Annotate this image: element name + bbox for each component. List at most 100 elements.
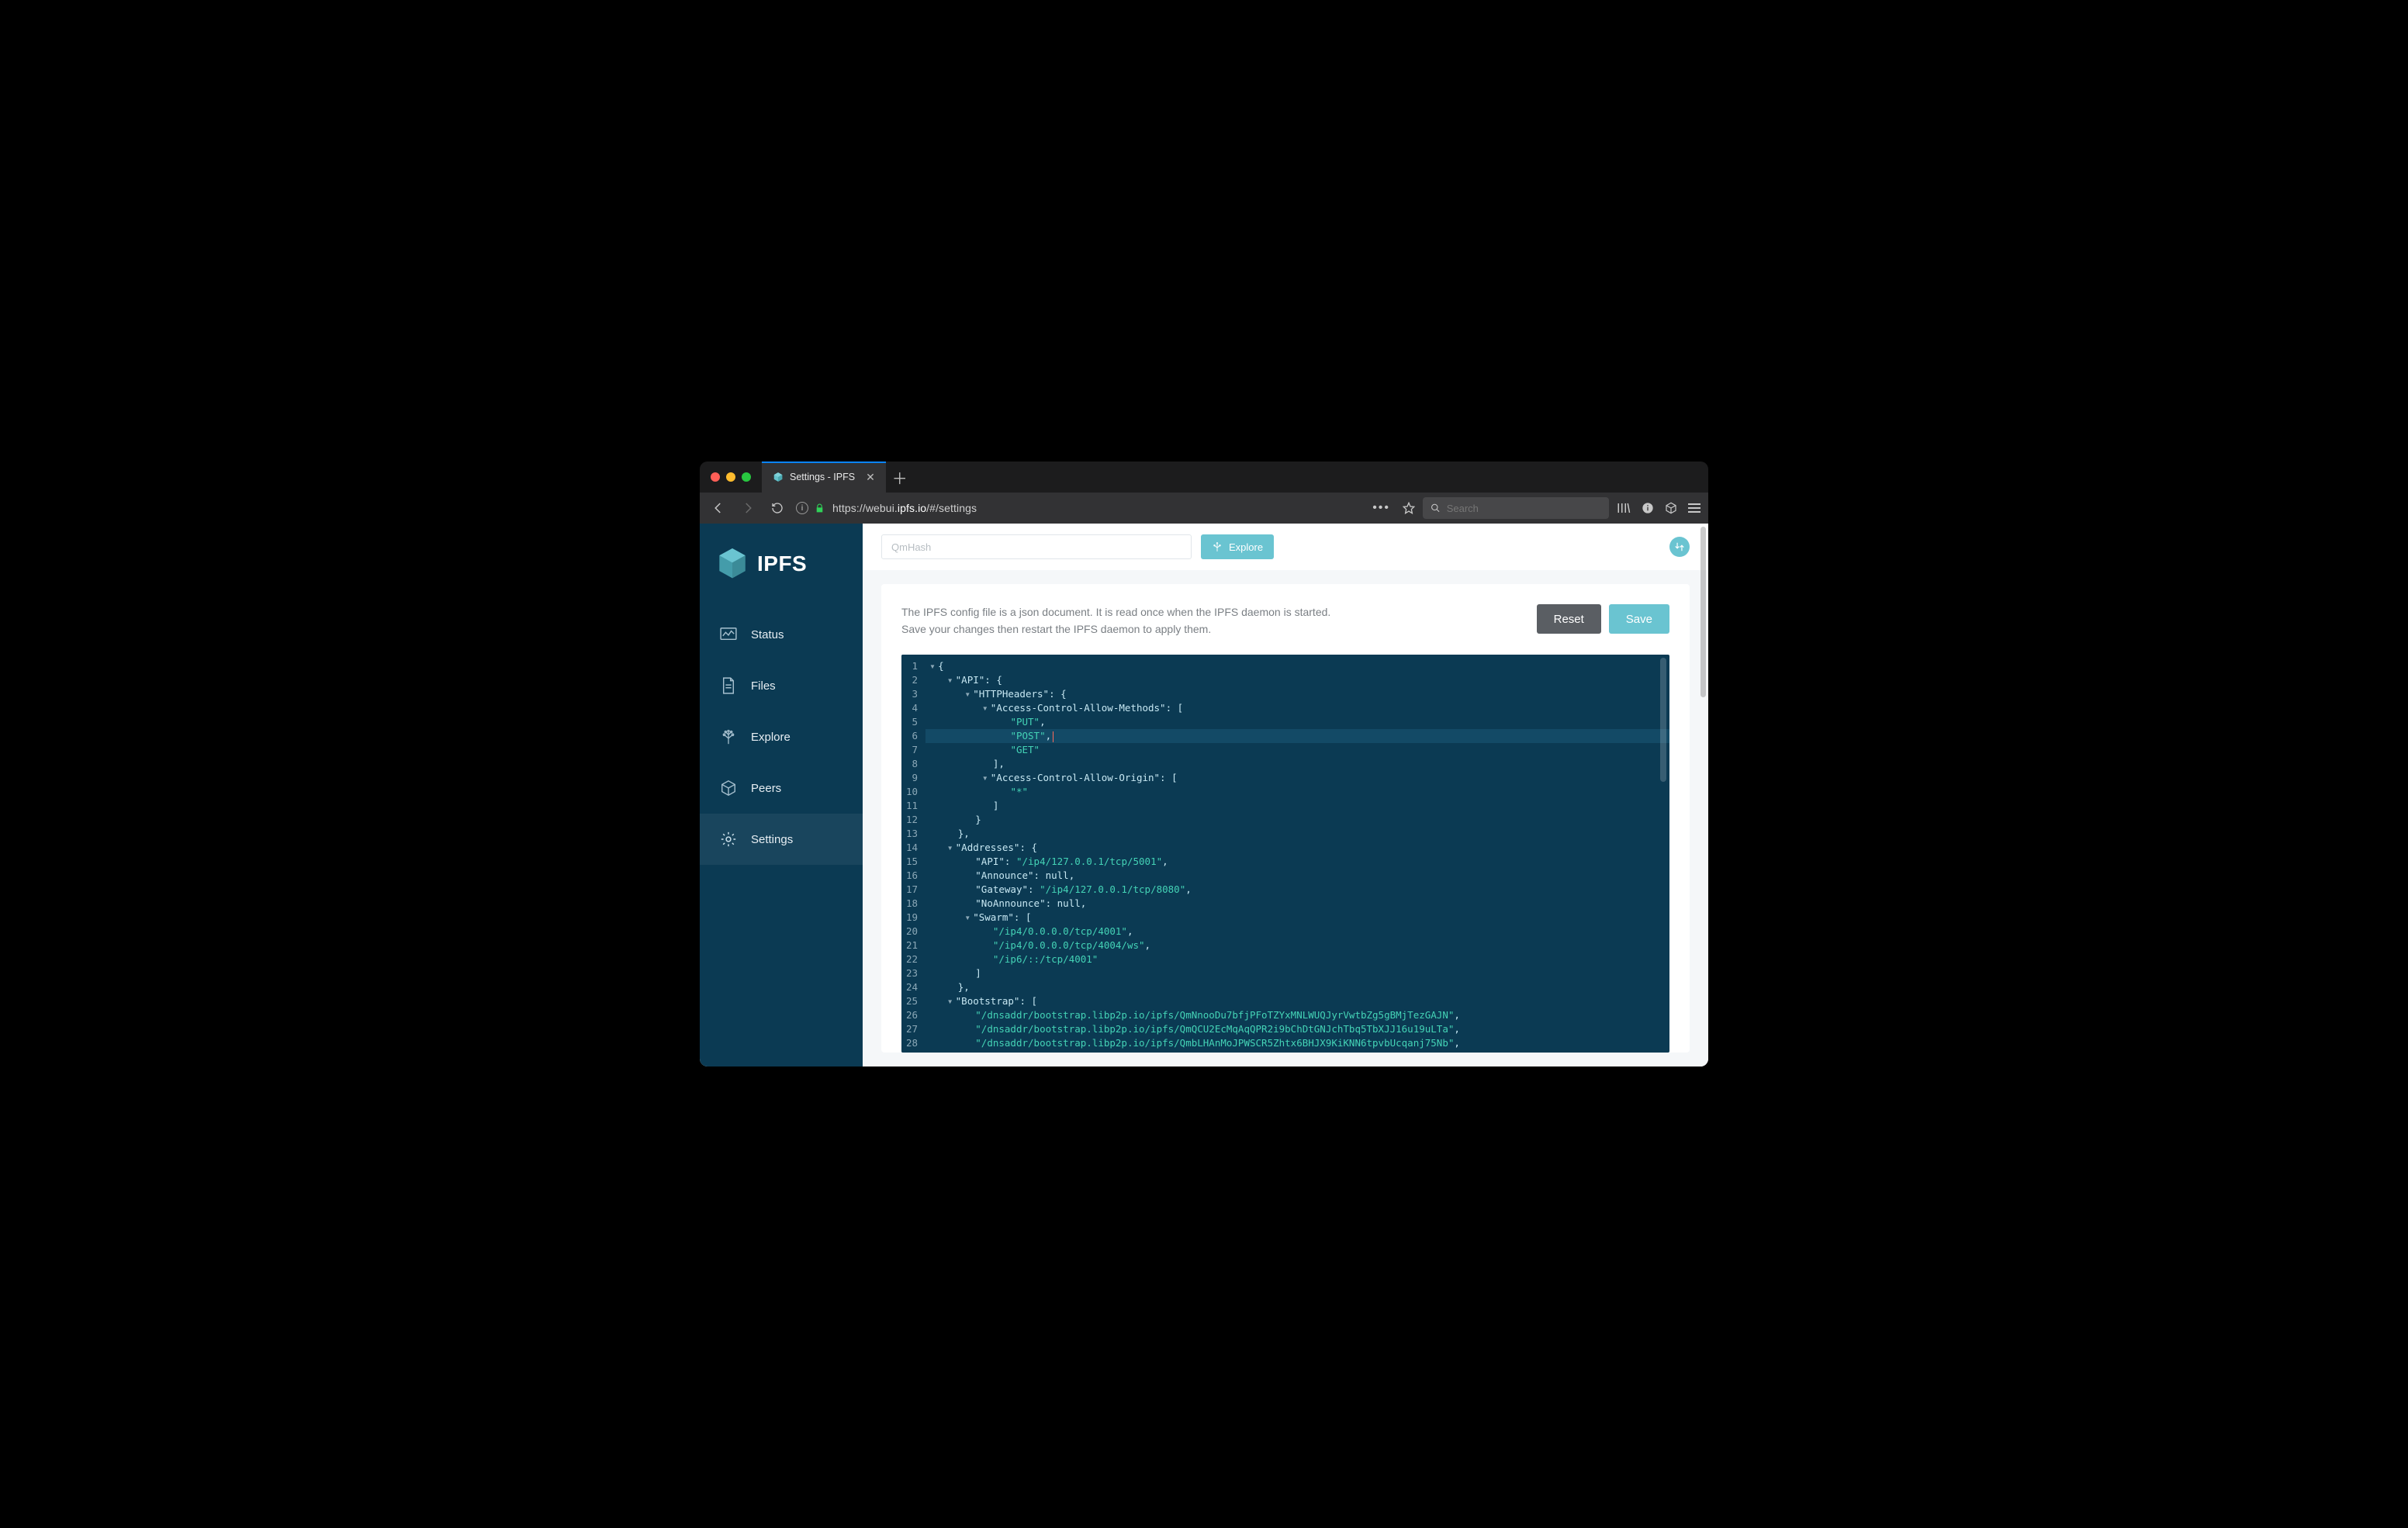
menu-button[interactable] <box>1688 503 1700 513</box>
main-content: QmHash Explore The IPFS config file is a… <box>863 524 1708 1066</box>
url-text[interactable]: https://webui.ipfs.io/#/settings <box>832 502 977 514</box>
code-line[interactable]: ▾"Access-Control-Allow-Methods": [ <box>925 701 1669 715</box>
site-identity[interactable]: i <box>796 502 825 514</box>
code-line[interactable]: "POST", <box>925 729 1669 743</box>
code-line[interactable]: "*" <box>925 785 1669 799</box>
code-line[interactable]: ▾"Access-Control-Allow-Origin": [ <box>925 771 1669 785</box>
tab-bar: Settings - IPFS ✕ ＋ <box>700 462 1708 493</box>
window-zoom-button[interactable] <box>742 472 751 482</box>
url-domain: ipfs.io <box>898 502 926 514</box>
code-line[interactable]: }, <box>925 980 1669 994</box>
config-editor[interactable]: 1234567891011121314151617181920212223242… <box>901 655 1669 1053</box>
sidebar-item-peers[interactable]: Peers <box>700 762 863 814</box>
bookmark-star-icon[interactable] <box>1403 502 1415 514</box>
code-line[interactable]: ▾"HTTPHeaders": { <box>925 687 1669 701</box>
search-box[interactable] <box>1423 497 1609 519</box>
tab-title: Settings - IPFS <box>790 472 855 482</box>
sidebar-item-settings[interactable]: Settings <box>700 814 863 865</box>
panel-description: The IPFS config file is a json document.… <box>901 604 1330 638</box>
brand-name: IPFS <box>757 551 807 576</box>
code-line[interactable]: "/dnsaddr/bootstrap.libp2p.io/ipfs/QmbLH… <box>925 1036 1669 1050</box>
code-line[interactable]: ▾"API": { <box>925 673 1669 687</box>
code-line[interactable]: "/dnsaddr/bootstrap.libp2p.io/ipfs/QmNno… <box>925 1008 1669 1022</box>
window-minimize-button[interactable] <box>726 472 735 482</box>
file-icon <box>720 677 737 694</box>
connection-badge[interactable] <box>1669 537 1690 557</box>
nav-back-button[interactable] <box>708 497 729 519</box>
code-line[interactable]: "/ip4/0.0.0.0/tcp/4001", <box>925 925 1669 939</box>
brand: IPFS <box>700 538 863 601</box>
code-line[interactable]: ] <box>925 966 1669 980</box>
cube-icon <box>720 780 737 797</box>
url-suffix: /#/settings <box>926 502 977 514</box>
explore-button[interactable]: Explore <box>1201 534 1274 559</box>
hash-placeholder: QmHash <box>891 541 931 553</box>
sidebar-item-files[interactable]: Files <box>700 660 863 711</box>
lock-icon <box>815 503 825 513</box>
code-line[interactable]: ▾"Addresses": { <box>925 841 1669 855</box>
address-bar: i https://webui.ipfs.io/#/settings ••• <box>700 493 1708 524</box>
page-actions-more[interactable]: ••• <box>1372 501 1390 515</box>
code-line[interactable]: "GET" <box>925 743 1669 757</box>
panel-desc-line1: The IPFS config file is a json document.… <box>901 604 1330 621</box>
code-line[interactable]: ▾{ <box>925 659 1669 673</box>
code-line[interactable]: ▾"Swarm": [ <box>925 911 1669 925</box>
reset-button[interactable]: Reset <box>1537 604 1601 634</box>
sidebar-item-explore[interactable]: Explore <box>700 711 863 762</box>
code-line[interactable]: "NoAnnounce": null, <box>925 897 1669 911</box>
explore-label: Explore <box>1229 541 1263 553</box>
code-line[interactable]: "PUT", <box>925 715 1669 729</box>
code-line[interactable]: "/dnsaddr/bootstrap.libp2p.io/ipfs/QmcZf… <box>925 1050 1669 1053</box>
code-line[interactable]: "/ip4/0.0.0.0/tcp/4004/ws", <box>925 939 1669 952</box>
code-line[interactable]: ], <box>925 757 1669 771</box>
code-line[interactable]: "/ip6/::/tcp/4001" <box>925 952 1669 966</box>
toolbar-icons <box>1617 502 1700 514</box>
window-close-button[interactable] <box>711 472 720 482</box>
editor-scrollbar[interactable] <box>1660 655 1668 1053</box>
tree-icon <box>1212 541 1223 552</box>
save-button[interactable]: Save <box>1609 604 1669 634</box>
settings-panel: The IPFS config file is a json document.… <box>881 584 1690 1053</box>
ipfs-logo-icon <box>717 547 748 581</box>
sidebar-item-label: Files <box>751 679 776 693</box>
code-line[interactable]: } <box>925 813 1669 827</box>
nav-reload-button[interactable] <box>766 497 788 519</box>
browser-tab[interactable]: Settings - IPFS ✕ <box>762 462 886 493</box>
ipfs-companion-info-icon[interactable] <box>1642 502 1654 514</box>
ipfs-favicon-icon <box>773 472 784 482</box>
nav-forward-button[interactable] <box>737 497 759 519</box>
sidebar: IPFS Status Files Explore <box>700 524 863 1066</box>
code-line[interactable]: ] <box>925 799 1669 813</box>
code-line[interactable]: ▾"Bootstrap": [ <box>925 994 1669 1008</box>
sidebar-item-label: Settings <box>751 833 793 846</box>
page-actions: ••• <box>1372 501 1415 515</box>
chart-icon <box>720 626 737 643</box>
editor-gutter: 1234567891011121314151617181920212223242… <box>901 655 925 1053</box>
tab-close-button[interactable]: ✕ <box>866 471 875 484</box>
tree-icon <box>720 728 737 745</box>
code-line[interactable]: "Gateway": "/ip4/127.0.0.1/tcp/8080", <box>925 883 1669 897</box>
editor-code[interactable]: ▾{ ▾"API": { ▾"HTTPHeaders": { ▾"Access-… <box>925 655 1669 1053</box>
scrollbar-thumb[interactable] <box>1660 658 1666 782</box>
info-icon: i <box>796 502 808 514</box>
ipfs-companion-cube-icon[interactable] <box>1665 502 1677 514</box>
code-line[interactable]: "/dnsaddr/bootstrap.libp2p.io/ipfs/QmQCU… <box>925 1022 1669 1036</box>
scrollbar-thumb[interactable] <box>1700 527 1706 697</box>
sidebar-item-label: Explore <box>751 731 791 744</box>
search-input[interactable] <box>1447 503 1601 514</box>
sidebar-item-label: Status <box>751 628 784 641</box>
search-icon <box>1431 503 1441 513</box>
hash-explore-bar: QmHash Explore <box>863 524 1708 570</box>
code-line[interactable]: "Announce": null, <box>925 869 1669 883</box>
app-viewport: IPFS Status Files Explore <box>700 524 1708 1066</box>
hash-input[interactable]: QmHash <box>881 534 1192 559</box>
new-tab-button[interactable]: ＋ <box>886 462 914 493</box>
code-line[interactable]: }, <box>925 827 1669 841</box>
url-prefix: https://webui. <box>832 502 898 514</box>
swap-icon <box>1674 541 1685 552</box>
code-line[interactable]: "API": "/ip4/127.0.0.1/tcp/5001", <box>925 855 1669 869</box>
library-icon[interactable] <box>1617 502 1631 514</box>
page-scrollbar[interactable] <box>1699 524 1706 1066</box>
sidebar-item-status[interactable]: Status <box>700 609 863 660</box>
window-controls <box>700 462 762 493</box>
